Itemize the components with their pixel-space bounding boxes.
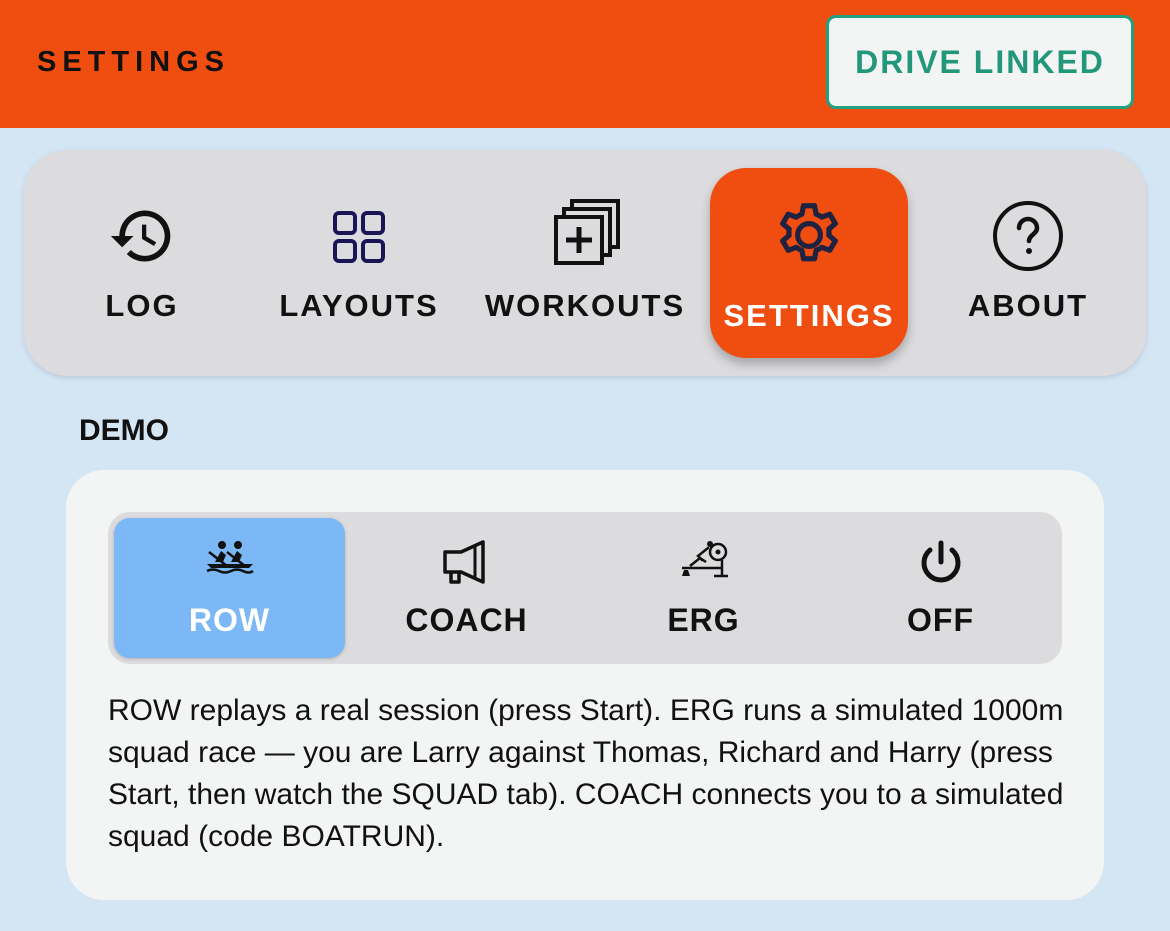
nav-item-label: SETTINGS [723,298,895,333]
demo-card: ROW COACH ERG OFF ROW replays a real ses… [66,470,1104,900]
power-icon [921,540,960,583]
drive-linked-button[interactable]: DRIVE LINKED [826,15,1134,109]
section-title-demo: DEMO [79,414,169,447]
nav-item-settings[interactable]: SETTINGS [710,150,908,376]
help-circle-icon [993,201,1063,271]
demo-option-label: ERG [667,602,740,638]
nav-item-label: LAYOUTS [279,288,439,323]
rowing-machine-icon [681,541,728,578]
demo-option-coach[interactable]: COACH [351,518,582,658]
history-icon [110,210,171,262]
nav-item-workouts[interactable]: WORKOUTS [480,150,690,376]
nav-item-layouts[interactable]: LAYOUTS [270,150,448,376]
grid-icon [333,211,385,263]
demo-option-label: OFF [907,602,974,638]
gear-icon [780,203,838,262]
app-bar: SETTINGS DRIVE LINKED [0,0,1170,128]
demo-description: ROW replays a real session (press Start)… [108,694,1064,853]
demo-option-erg[interactable]: ERG [588,518,819,658]
library-add-icon [554,199,620,265]
demo-option-label: COACH [405,602,528,638]
rowing-icon [205,541,254,574]
page-title: SETTINGS [37,46,231,78]
demo-option-row[interactable]: ROW [114,518,345,658]
nav-bar: LOG LAYOUTS WORKOUTS SETTINGS ABOUT [24,150,1146,376]
nav-item-label: ABOUT [967,288,1089,323]
demo-mode-selector: ROW COACH ERG OFF [108,512,1062,664]
megaphone-icon [442,540,485,584]
demo-option-label: ROW [188,602,271,638]
demo-option-off[interactable]: OFF [825,518,1056,658]
nav-item-label: LOG [105,288,179,323]
nav-item-label: WORKOUTS [484,288,686,323]
nav-item-log[interactable]: LOG [64,150,220,376]
nav-item-about[interactable]: ABOUT [954,150,1102,376]
